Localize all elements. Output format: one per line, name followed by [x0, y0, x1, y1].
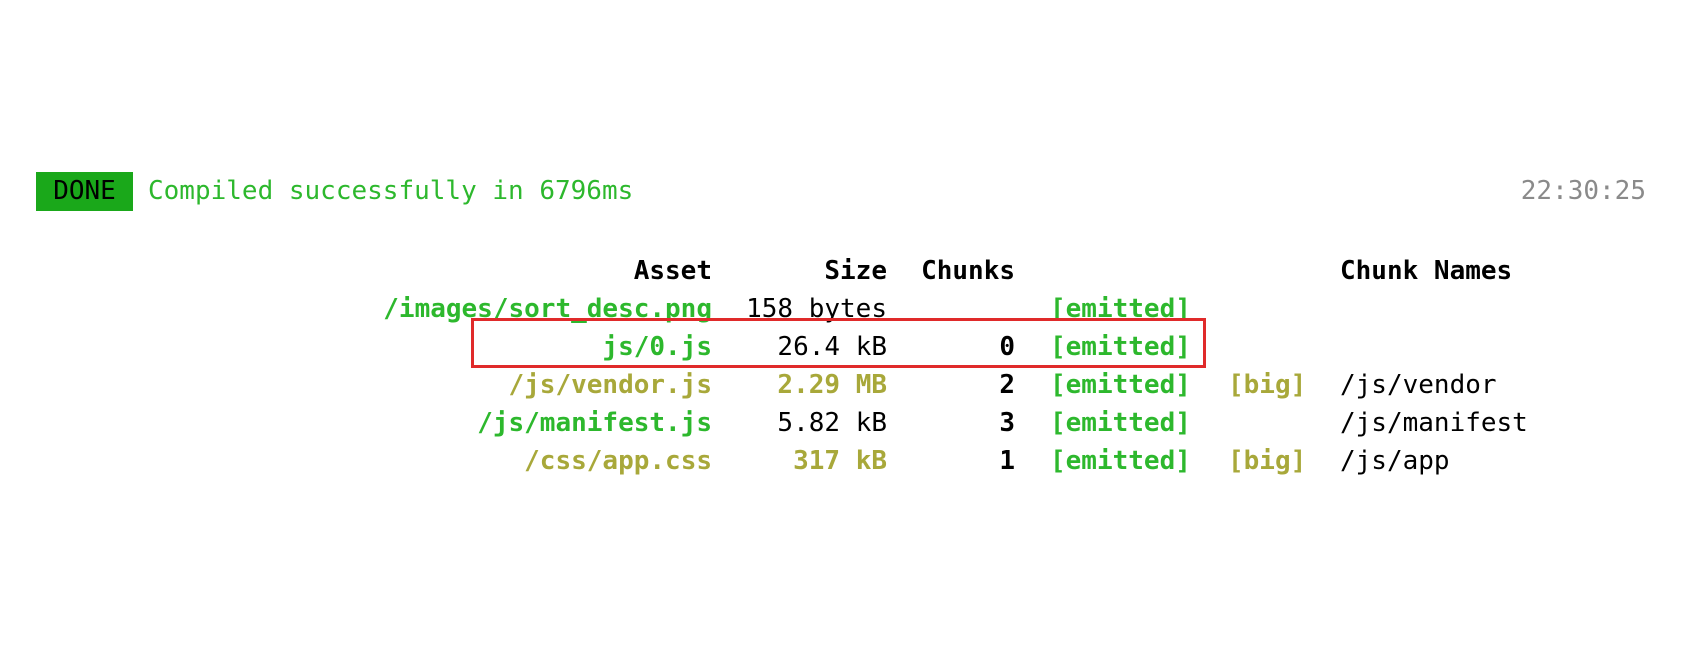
row-status: [emitted]	[1050, 370, 1191, 400]
timestamp: 22:30:25	[1520, 176, 1646, 206]
row-chunks: 1	[999, 446, 1015, 476]
row-status: [emitted]	[1050, 446, 1191, 476]
row-chunks: 2	[999, 370, 1015, 400]
header-size: Size	[824, 256, 887, 286]
row-size: 317 kB	[793, 446, 887, 476]
row-chunk-name: /js/manifest	[1340, 408, 1528, 438]
status-message: Compiled successfully in 6796ms	[148, 176, 634, 206]
row-asset: /js/vendor.js	[508, 370, 713, 400]
row-status: [emitted]	[1050, 408, 1191, 438]
row-asset: /css/app.css	[524, 446, 712, 476]
build-status-line: DONE Compiled successfully in 6796ms 22:…	[36, 172, 1646, 212]
row-asset: /js/manifest.js	[477, 408, 712, 438]
done-badge: DONE	[36, 172, 133, 211]
header-asset: Asset	[633, 256, 712, 286]
row-chunk-name: /js/vendor	[1340, 370, 1497, 400]
row-flag: [big]	[1228, 370, 1307, 400]
header-chunks: Chunks	[921, 256, 1015, 286]
header-chunk-names: Chunk Names	[1340, 256, 1513, 286]
row-size: 2.29 MB	[777, 370, 887, 400]
row-chunks: 3	[999, 408, 1015, 438]
row-flag: [big]	[1228, 446, 1307, 476]
row-chunk-name: /js/app	[1340, 446, 1450, 476]
highlight-annotation-box	[471, 318, 1206, 368]
row-size: 5.82 kB	[777, 408, 887, 438]
